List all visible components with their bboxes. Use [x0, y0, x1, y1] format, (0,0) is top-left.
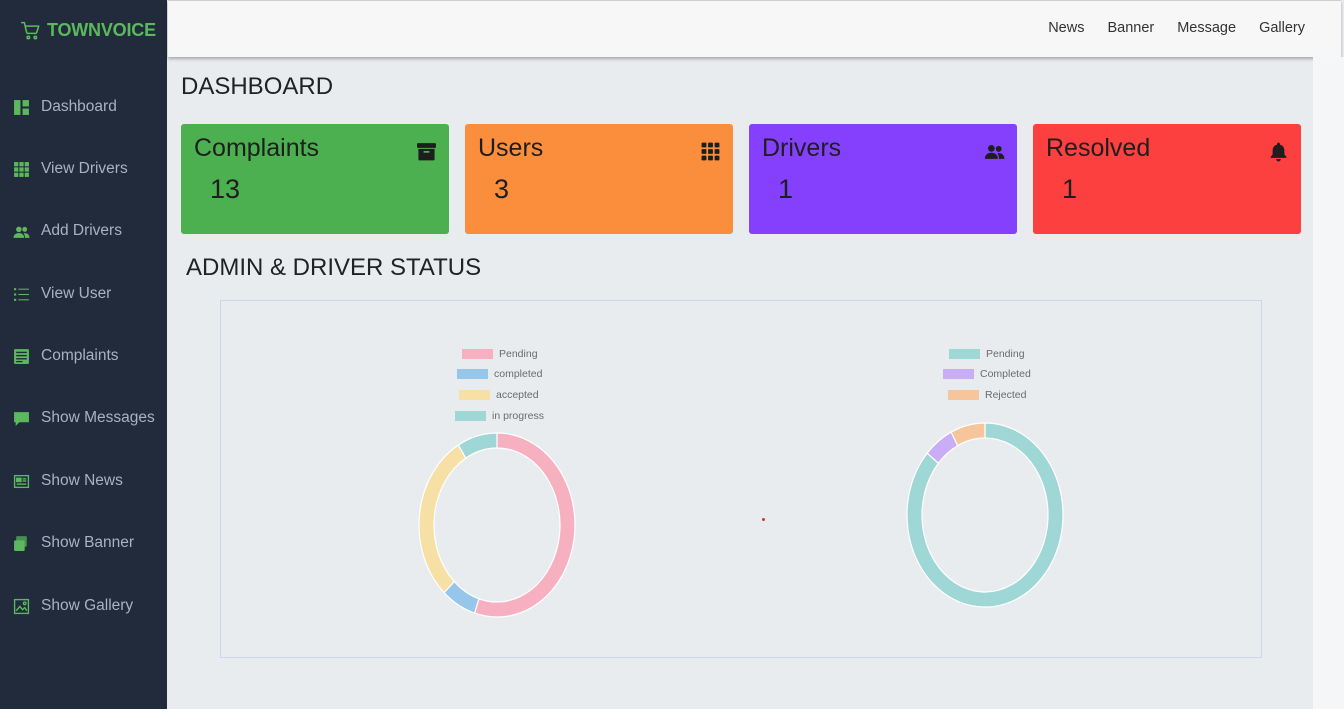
donut-slice-accepted[interactable]: [418, 444, 467, 594]
donut-slice-rejected[interactable]: [950, 422, 986, 447]
sidebar-item-view-drivers[interactable]: View Drivers: [13, 160, 128, 178]
legend-label: Rejected: [985, 389, 1027, 401]
legend-label: Pending: [986, 348, 1025, 360]
legend-swatch: [455, 411, 486, 421]
resolved-card[interactable]: Resolved 1: [1033, 124, 1301, 234]
message-icon: [13, 410, 30, 427]
nav-link-banner[interactable]: Banner: [1107, 20, 1154, 36]
sidebar-item-show-news[interactable]: Show News: [13, 472, 123, 490]
card-value: 1: [778, 174, 794, 204]
sidebar-item-complaints[interactable]: Complaints: [13, 347, 119, 365]
nav-link-gallery[interactable]: Gallery: [1259, 20, 1305, 36]
sidebar-item-label: Complaints: [41, 347, 119, 364]
legend-swatch: [457, 369, 488, 379]
legend-label: Pending: [499, 348, 538, 360]
page-title: DASHBOARD: [181, 73, 334, 100]
sidebar-item-label: Show Gallery: [41, 597, 134, 614]
grid-icon: [700, 141, 721, 162]
dashboard-icon: [13, 99, 30, 116]
card-value: 3: [494, 174, 510, 204]
legend-swatch: [462, 349, 493, 359]
sidebar-item-add-drivers[interactable]: Add Drivers: [13, 222, 122, 240]
legend-label: in progress: [492, 410, 544, 422]
brand-name: TOWNVOICE: [47, 20, 156, 40]
sidebar-item-view-user[interactable]: View User: [13, 285, 111, 303]
sidebar-item-label: Show Banner: [41, 534, 135, 551]
nav-link-message[interactable]: Message: [1177, 20, 1236, 36]
marker-dot: [762, 518, 765, 521]
card-title: Resolved: [1046, 134, 1151, 162]
legend-label: Completed: [980, 368, 1031, 380]
legend-item[interactable]: completed: [457, 368, 542, 380]
grid-icon: [13, 161, 30, 178]
sidebar-item-label: Add Drivers: [41, 222, 122, 239]
sidebar: TOWNVOICE Dashboard View Drivers Add Dri…: [0, 0, 167, 709]
archive-icon: [416, 141, 437, 162]
brand-logo[interactable]: TOWNVOICE: [20, 20, 156, 41]
sidebar-item-show-messages[interactable]: Show Messages: [13, 409, 155, 427]
complaints-card[interactable]: Complaints 13: [181, 124, 449, 234]
legend-item[interactable]: Rejected: [948, 389, 1026, 401]
legend-item[interactable]: Completed: [943, 368, 1031, 380]
nav-link-news[interactable]: News: [1048, 20, 1084, 36]
sidebar-item-label: Show News: [41, 472, 123, 489]
driver-status-donut-chart: [906, 422, 1064, 608]
list-icon: [13, 286, 30, 303]
legend-swatch: [948, 390, 979, 400]
chart-panel: [220, 300, 1262, 658]
legend-item[interactable]: in progress: [455, 410, 544, 422]
card-title: Drivers: [762, 134, 842, 162]
legend-item[interactable]: accepted: [459, 389, 539, 401]
legend-swatch: [943, 369, 974, 379]
card-title: Users: [478, 134, 544, 162]
news-icon: [13, 473, 30, 490]
legend-label: accepted: [496, 389, 539, 401]
users-icon: [13, 223, 30, 240]
users-card[interactable]: Users 3: [465, 124, 733, 234]
legend-item[interactable]: Pending: [462, 348, 538, 360]
sidebar-item-show-banner[interactable]: Show Banner: [13, 534, 134, 552]
drivers-card[interactable]: Drivers 1: [749, 124, 1017, 234]
legend-item[interactable]: Pending: [949, 348, 1025, 360]
complaints-status-donut-chart: [418, 432, 576, 618]
users-icon: [984, 141, 1005, 162]
card-value: 13: [210, 174, 241, 204]
card-value: 1: [1062, 174, 1078, 204]
sidebar-item-label: View User: [41, 285, 112, 302]
document-icon: [13, 348, 30, 365]
sidebar-item-label: View Drivers: [41, 160, 128, 177]
banner-icon: [13, 535, 30, 552]
card-title: Complaints: [194, 134, 320, 162]
bell-icon: [1268, 141, 1289, 162]
gallery-icon: [13, 598, 30, 615]
legend-swatch: [459, 390, 490, 400]
donut-slice-pending[interactable]: [473, 432, 576, 618]
donut-slice-in-progress[interactable]: [457, 432, 498, 459]
sidebar-item-label: Dashboard: [41, 98, 117, 115]
sidebar-item-label: Show Messages: [41, 409, 155, 426]
sidebar-item-show-gallery[interactable]: Show Gallery: [13, 597, 133, 615]
legend-swatch: [949, 349, 980, 359]
cart-icon: [20, 21, 40, 40]
sidebar-item-dashboard[interactable]: Dashboard: [13, 98, 117, 116]
scrollbar-track[interactable]: [1313, 57, 1344, 709]
legend-label: completed: [494, 368, 543, 380]
section-title: ADMIN & DRIVER STATUS: [186, 254, 482, 281]
top-navbar: News Banner Message Gallery: [168, 0, 1341, 57]
